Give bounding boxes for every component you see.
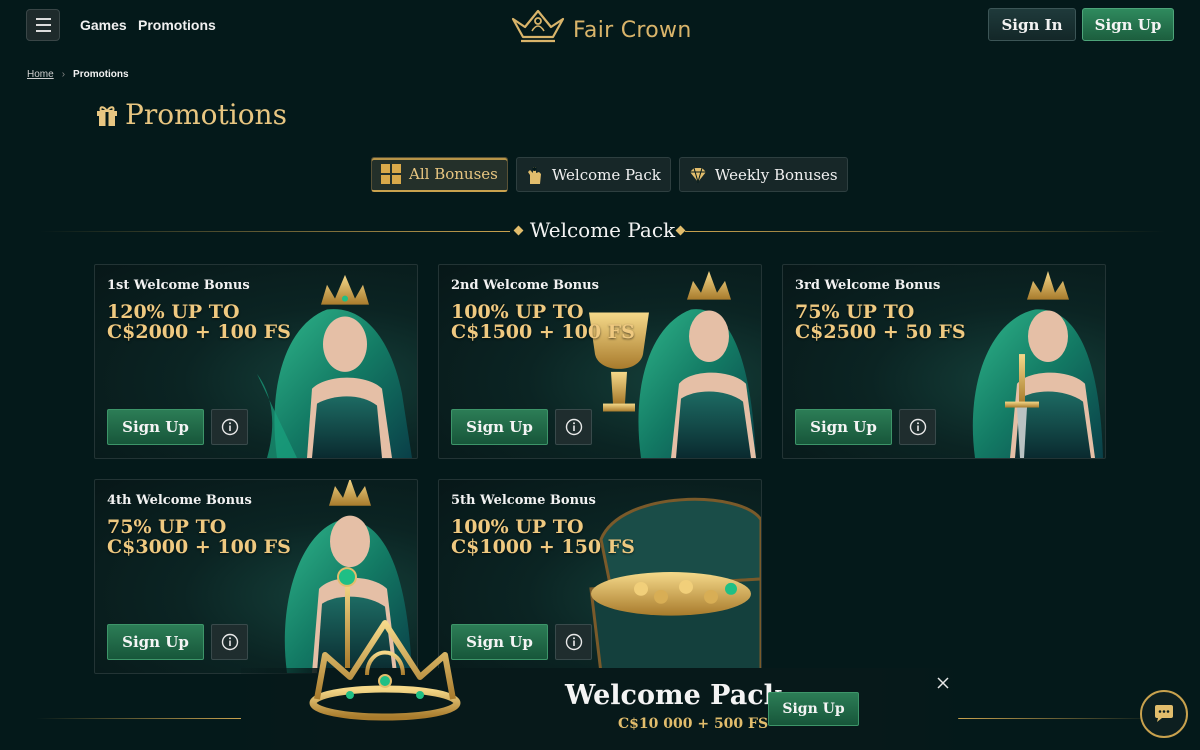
card-title: 5th Welcome Bonus <box>451 493 596 508</box>
bonus-card-5: 5th Welcome Bonus 100% UP TO C$1000 + 15… <box>438 479 762 674</box>
crown-icon <box>309 620 461 721</box>
card-sign-up-button[interactable]: Sign Up <box>107 624 204 660</box>
card-offer: 75% UP TO C$3000 + 100 FS <box>107 516 291 558</box>
bonus-card-1: 1st Welcome Bonus 120% UP TO C$2000 + 10… <box>94 264 418 459</box>
promo-tabs: All Bonuses Welcome Pack Weekly Bonuses <box>371 157 848 192</box>
brand-logo[interactable]: Fair Crown <box>509 6 692 46</box>
tab-weekly-bonuses[interactable]: Weekly Bonuses <box>678 157 848 192</box>
tab-label: Weekly Bonuses <box>714 165 838 184</box>
diamond-icon <box>689 167 706 183</box>
info-icon <box>221 418 238 436</box>
tab-label: Welcome Pack <box>551 165 661 184</box>
card-offer: 100% UP TO C$1500 + 100 FS <box>451 301 635 343</box>
info-icon <box>565 633 582 651</box>
sign-up-button[interactable]: Sign Up <box>1082 8 1174 41</box>
page-title: Promotions <box>125 98 287 131</box>
card-offer: 120% UP TO C$2000 + 100 FS <box>107 301 291 343</box>
site-header: Games Promotions Fair Crown Sign In Sign… <box>0 0 1200 56</box>
card-sign-up-button[interactable]: Sign Up <box>795 409 892 445</box>
info-icon <box>909 418 926 436</box>
bonus-card-2: 2nd Welcome Bonus 100% UP TO C$1500 + 10… <box>438 264 762 459</box>
card-offer: 75% UP TO C$2500 + 50 FS <box>795 301 966 343</box>
brand-name: Fair Crown <box>573 17 692 43</box>
hamburger-menu-button[interactable] <box>26 9 60 41</box>
live-chat-button[interactable] <box>1140 690 1188 738</box>
info-button[interactable] <box>211 624 248 660</box>
grid-icon <box>381 164 401 184</box>
hand-icon <box>527 166 541 184</box>
breadcrumb-current: Promotions <box>73 69 129 80</box>
breadcrumb: Home › Promotions <box>27 69 129 80</box>
banner-sign-up-button[interactable]: Sign Up <box>768 692 859 726</box>
card-title: 1st Welcome Bonus <box>107 278 250 293</box>
card-title: 4th Welcome Bonus <box>107 493 252 508</box>
chevron-right-icon: › <box>61 69 66 80</box>
page-title-block: Promotions <box>95 98 287 131</box>
divider <box>36 718 241 719</box>
gift-icon <box>97 105 117 126</box>
divider <box>958 718 1158 719</box>
info-button[interactable] <box>899 409 936 445</box>
section-heading: Welcome Pack <box>40 218 1165 244</box>
card-offer: 100% UP TO C$1000 + 150 FS <box>451 516 635 558</box>
tab-welcome-pack[interactable]: Welcome Pack <box>515 157 671 192</box>
info-icon <box>565 418 582 436</box>
banner-subtitle: C$10 000 + 500 FS <box>618 716 769 732</box>
close-icon[interactable] <box>934 674 952 692</box>
tab-all-bonuses[interactable]: All Bonuses <box>371 157 508 192</box>
banner-title: Welcome Pack <box>565 680 783 711</box>
sign-in-button[interactable]: Sign In <box>988 8 1076 41</box>
nav-games-link[interactable]: Games <box>80 17 127 33</box>
card-sign-up-button[interactable]: Sign Up <box>451 409 548 445</box>
card-sign-up-button[interactable]: Sign Up <box>107 409 204 445</box>
section-title: Welcome Pack <box>529 218 676 242</box>
tab-label: All Bonuses <box>409 165 498 183</box>
card-title: 2nd Welcome Bonus <box>451 278 599 293</box>
card-sign-up-button[interactable]: Sign Up <box>451 624 548 660</box>
info-button[interactable] <box>555 409 592 445</box>
crown-logo-icon <box>511 9 565 43</box>
chat-bubble-icon <box>1155 705 1173 722</box>
breadcrumb-home-link[interactable]: Home <box>27 69 54 80</box>
info-icon <box>221 633 238 651</box>
info-button[interactable] <box>555 624 592 660</box>
bonus-card-3: 3rd Welcome Bonus 75% UP TO C$2500 + 50 … <box>782 264 1106 459</box>
nav-promotions-link[interactable]: Promotions <box>138 17 216 33</box>
card-title: 3rd Welcome Bonus <box>795 278 941 293</box>
info-button[interactable] <box>211 409 248 445</box>
